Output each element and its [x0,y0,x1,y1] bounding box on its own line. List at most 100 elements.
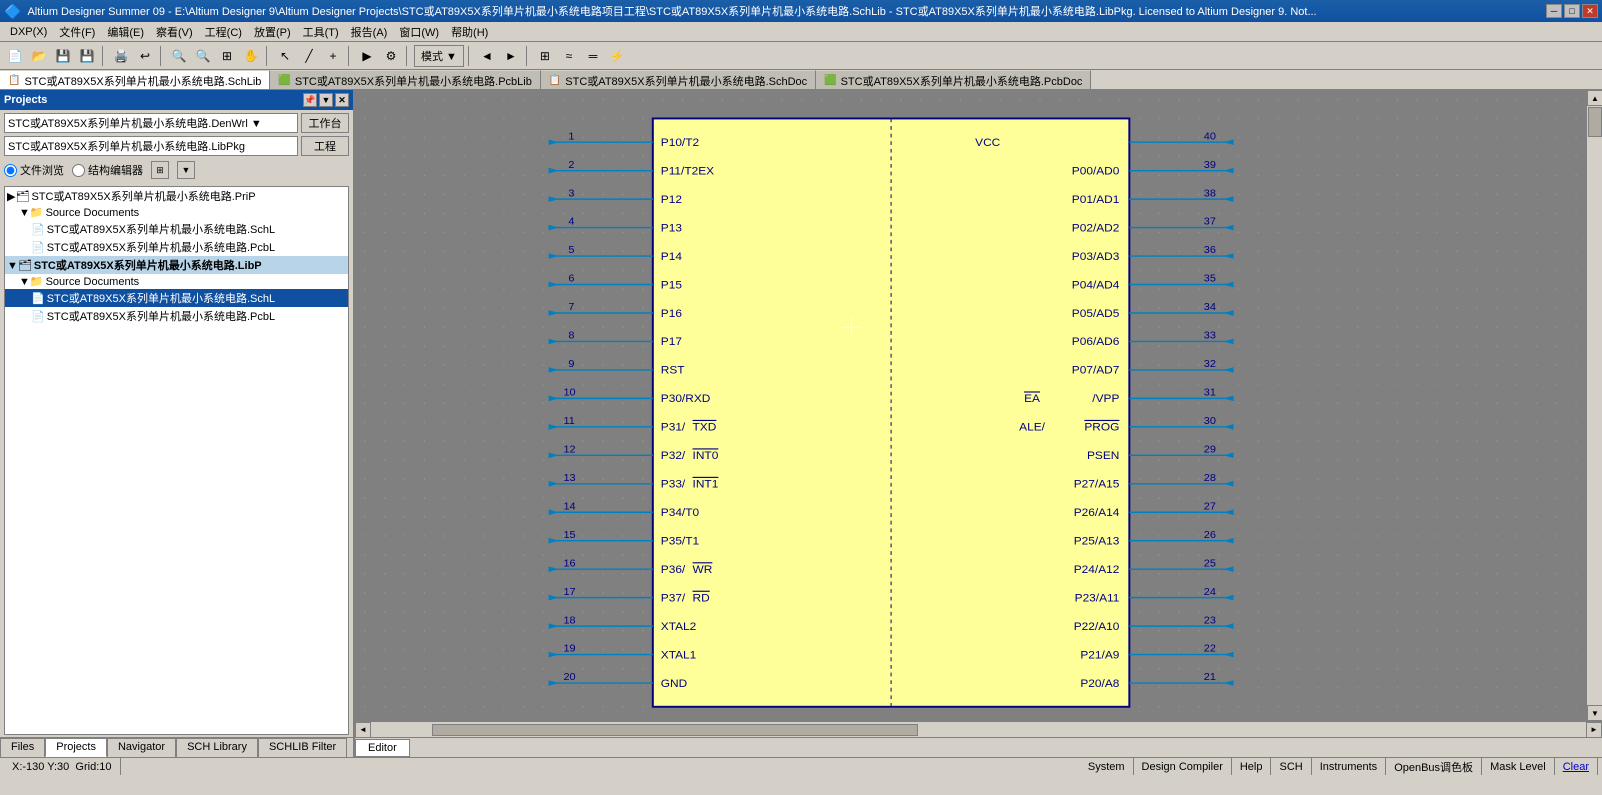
pcblib-tab-label: STC或AT89X5X系列单片机最小系统电路.PcbLib [295,73,532,89]
doc-tab-pcbdoc[interactable]: 🟩 STC或AT89X5X系列单片机最小系统电路.PcbDoc [816,70,1091,90]
tb-zoom-in[interactable]: 🔍 [168,45,190,67]
canvas-scroll-area[interactable]: 1 2 3 4 5 6 7 8 9 10 11 12 13 14 15 16 1 [355,90,1586,721]
scroll-track[interactable] [1587,106,1602,705]
tb-nav-next[interactable]: ► [500,45,522,67]
workspace-dropdown[interactable]: STC或AT89X5X系列单片机最小系统电路.DenWrl ▼ [4,113,298,133]
tree-folder-source2[interactable]: ▼📁 Source Documents [5,274,348,289]
menu-project[interactable]: 工程(C) [199,22,248,42]
tree-file-pcbl2[interactable]: 📄 STC或AT89X5X系列单片机最小系统电路.PcbL [5,307,348,325]
structure-view-radio-label[interactable]: 结构编辑器 [72,162,143,178]
tb-bus[interactable]: ═ [582,45,604,67]
tb-save[interactable]: 💾 [52,45,74,67]
openbus-status[interactable]: OpenBus调色板 [1386,758,1482,775]
scroll-right-button[interactable]: ► [1586,722,1602,738]
tree-file-schl1[interactable]: 📄 STC或AT89X5X系列单片机最小系统电路.SchL [5,220,348,238]
horizontal-scrollbar[interactable]: ◄ ► [355,721,1602,737]
svg-text:8: 8 [568,330,574,342]
tree-item-project2[interactable]: ▼🗂 STC或AT89X5X系列单片机最小系统电路.LibP [5,256,348,274]
filter-btn-1[interactable]: ⊞ [151,161,169,179]
doc-tab-schlib[interactable]: 📋 STC或AT89X5X系列单片机最小系统电路.SchLib [0,70,270,90]
tb-new[interactable]: 📄 [4,45,26,67]
menu-report[interactable]: 报告(A) [345,22,394,42]
svg-text:P12: P12 [661,193,682,206]
tab-schlib-filter[interactable]: SCHLIB Filter [258,738,347,757]
menu-view[interactable]: 察看(V) [150,22,199,42]
instruments-status[interactable]: Instruments [1312,758,1386,775]
design-compiler-status[interactable]: Design Compiler [1134,758,1232,775]
scroll-left-button[interactable]: ◄ [355,722,371,738]
svg-text:P06/AD6: P06/AD6 [1072,335,1120,348]
sch-status[interactable]: SCH [1271,758,1311,775]
tb-open[interactable]: 📂 [28,45,50,67]
menu-file[interactable]: 文件(F) [53,22,101,42]
tab-projects[interactable]: Projects [45,738,107,757]
tb-net[interactable]: ≈ [558,45,580,67]
svg-text:22: 22 [1204,643,1216,655]
h-scroll-thumb[interactable] [432,724,918,736]
menu-edit[interactable]: 编辑(E) [101,22,150,42]
tab-navigator[interactable]: Navigator [107,738,176,757]
doc-tab-pcblib[interactable]: 🟩 STC或AT89X5X系列单片机最小系统电路.PcbLib [270,70,540,90]
svg-text:PSEN: PSEN [1087,449,1119,462]
scroll-down-button[interactable]: ▼ [1587,705,1602,721]
svg-text:10: 10 [563,387,575,399]
tb-fit[interactable]: ⊞ [216,45,238,67]
filter-btn-2[interactable]: ▼ [177,161,195,179]
project-dropdown[interactable]: STC或AT89X5X系列单片机最小系统电路.LibPkg [4,136,298,156]
restore-button[interactable]: □ [1564,4,1580,18]
panel-pin-button[interactable]: 📌 [303,93,317,107]
tb-zoom-out[interactable]: 🔍 [192,45,214,67]
close-button[interactable]: ✕ [1582,4,1598,18]
scroll-up-button[interactable]: ▲ [1587,90,1602,106]
tb-misc[interactable]: ⚡ [606,45,628,67]
menu-place[interactable]: 放置(P) [248,22,297,42]
toolbar: 📄 📂 💾 💾 🖨️ ↩ 🔍 🔍 ⊞ ✋ ↖ ╱ + ▶ ⚙ 模式 ▼ ◄ ► … [0,42,1602,70]
editor-tab[interactable]: Editor [355,739,410,757]
menu-dxp[interactable]: DXP(X) [4,24,53,40]
tb-print[interactable]: 🖨️ [110,45,132,67]
svg-text:/VPP: /VPP [1092,392,1119,405]
tb-nav-prev[interactable]: ◄ [476,45,498,67]
tb-wire[interactable]: ╱ [298,45,320,67]
tb-undo[interactable]: ↩ [134,45,156,67]
workspace-button[interactable]: 工作台 [301,113,349,133]
file-view-radio[interactable] [4,164,17,177]
panel-menu-button[interactable]: ▼ [319,93,333,107]
doc-tab-schdoc[interactable]: 📋 STC或AT89X5X系列单片机最小系统电路.SchDoc [541,70,816,90]
h-scroll-track[interactable] [371,723,1586,737]
tb-select[interactable]: ↖ [274,45,296,67]
clear-section[interactable]: Clear [1555,758,1598,775]
svg-text:P36/: P36/ [661,563,686,576]
project-button[interactable]: 工程 [301,136,349,156]
scroll-thumb[interactable] [1588,107,1602,137]
schematic-svg[interactable]: 1 2 3 4 5 6 7 8 9 10 11 12 13 14 15 16 1 [355,90,1586,721]
panel-close-button[interactable]: ✕ [335,93,349,107]
vertical-scrollbar[interactable]: ▲ ▼ [1586,90,1602,721]
help-status[interactable]: Help [1232,758,1272,775]
clear-button[interactable]: Clear [1563,761,1589,773]
file-view-radio-label[interactable]: 文件浏览 [4,162,64,178]
tree-file-schl2-selected[interactable]: 📄 STC或AT89X5X系列单片机最小系统电路.SchL [5,289,348,307]
menu-window[interactable]: 窗口(W) [393,22,445,42]
svg-text:36: 36 [1204,244,1216,256]
mode-dropdown[interactable]: 模式 ▼ [414,45,464,67]
tb-grid[interactable]: ⊞ [534,45,556,67]
tb-build[interactable]: ⚙ [380,45,402,67]
tb-pan[interactable]: ✋ [240,45,262,67]
structure-view-radio[interactable] [72,164,85,177]
tab-files[interactable]: Files [0,738,45,757]
tb-save-all[interactable]: 💾 [76,45,98,67]
tb-compile[interactable]: ▶ [356,45,378,67]
tb-place[interactable]: + [322,45,344,67]
system-status[interactable]: System [1080,758,1134,775]
menu-help[interactable]: 帮助(H) [445,22,494,42]
tab-sch-library[interactable]: SCH Library [176,738,258,757]
tree-file-pcbl1[interactable]: 📄 STC或AT89X5X系列单片机最小系统电路.PcbL [5,238,348,256]
svg-text:23: 23 [1204,614,1216,626]
schdoc-tab-icon: 📋 [549,75,561,86]
tree-file-schl1-label: STC或AT89X5X系列单片机最小系统电路.SchL [47,221,275,237]
menu-tools[interactable]: 工具(T) [297,22,345,42]
tree-folder-source1[interactable]: ▼📁 Source Documents [5,205,348,220]
tree-item-project1[interactable]: ▶🗂 STC或AT89X5X系列单片机最小系统电路.PriP [5,187,348,205]
minimize-button[interactable]: ─ [1546,4,1562,18]
